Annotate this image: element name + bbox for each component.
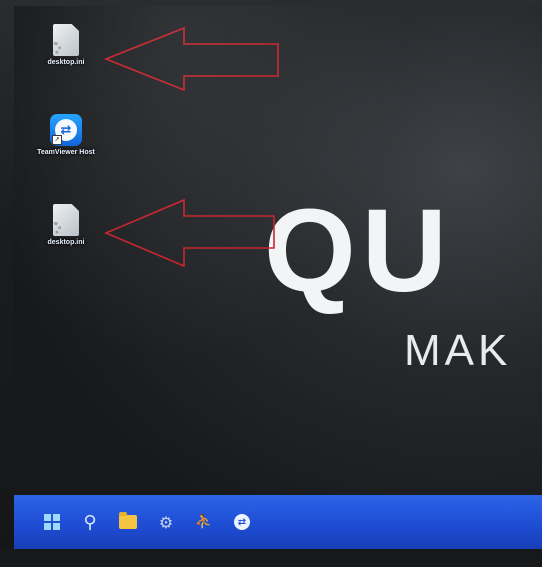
start-button[interactable]	[36, 506, 68, 538]
teamviewer-icon: ⇄	[234, 514, 250, 530]
desktop-icon-desktop-ini-2[interactable]: desktop.ini	[34, 204, 98, 247]
monitor-bottom-bezel	[0, 549, 542, 567]
file-explorer-folder-icon	[119, 512, 137, 529]
desktop-icon-label: desktop.ini	[47, 239, 85, 246]
wallpaper-brand-word: QU	[264, 185, 453, 317]
desktop-icon-label: desktop.ini	[47, 59, 85, 66]
wallpaper-brand-subtitle: MAK	[404, 326, 512, 375]
ini-file-icon	[53, 204, 79, 236]
desktop-icon-desktop-ini-1[interactable]: desktop.ini	[34, 24, 98, 67]
red-arrow-annotation-2	[103, 198, 275, 268]
settings-gear-icon: ⚙	[158, 512, 174, 532]
red-arrow-annotation-1	[103, 26, 279, 92]
wallpaper-logo: QU MAK	[264, 185, 542, 375]
desktop-screen: QU MAK desktop.ini ⇄ ↗ TeamViewer Host d…	[14, 6, 542, 551]
desktop-icon-teamviewer-host[interactable]: ⇄ ↗ TeamViewer Host	[34, 114, 98, 157]
windows-start-icon	[44, 514, 60, 530]
taskbar-teamviewer-button[interactable]: ⇄	[226, 506, 258, 538]
taskbar-settings-button[interactable]: ⚙	[150, 506, 182, 538]
ini-file-icon	[53, 24, 79, 56]
taskbar-file-explorer-button[interactable]	[112, 506, 144, 538]
search-icon: ⚲	[83, 511, 97, 533]
desktop-icon-label: TeamViewer Host	[37, 149, 95, 156]
taskbar-person-button[interactable]: ⛹	[188, 506, 220, 538]
taskbar: ⚲ ⚙ ⛹ ⇄	[14, 495, 542, 549]
person-icon: ⛹	[195, 514, 213, 530]
taskbar-search-button[interactable]: ⚲	[74, 506, 106, 538]
teamviewer-icon: ⇄ ↗	[50, 114, 82, 146]
